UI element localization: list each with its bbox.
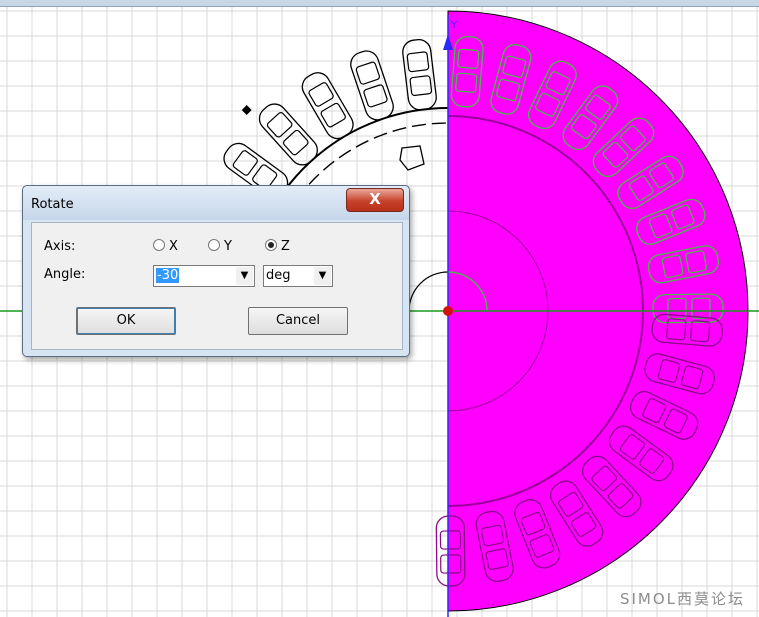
top-border [0,0,759,7]
radio-y-icon [208,239,220,251]
axis-radio-z[interactable]: Z [265,239,290,254]
stator-slot-outline-coil [282,129,309,156]
axis-radio-y[interactable]: Y [208,239,232,254]
origin-point [443,306,453,316]
rotate-dialog: Rotate X Axis: X Y Z Angle: -30 ▼ deg ▼ … [22,185,410,357]
angle-label: Angle: [44,267,86,282]
stator-slot-outline-coil [232,150,258,176]
stator-slot-outline-coil [363,84,388,108]
stator-slot-outline-coil [406,51,430,73]
magnet-outline [399,145,425,171]
unit-combo[interactable]: deg ▼ [263,265,333,287]
radio-z-icon [265,239,277,251]
close-icon: X [369,190,381,208]
stator-slot-outline [350,50,394,121]
close-button[interactable]: X [346,188,404,212]
chevron-down-icon[interactable]: ▼ [314,267,331,285]
shaft-arc [408,271,449,312]
handle-point [241,105,252,115]
ok-button[interactable]: OK [76,307,176,335]
radio-x-icon [153,239,165,251]
stator-slot-outline-coil [308,82,334,107]
stator-slot-outline-coil [320,102,346,128]
stator-slot-outline-coil [266,112,293,138]
dialog-titlebar[interactable]: Rotate X [23,186,409,220]
dialog-title: Rotate [31,197,74,212]
chevron-down-icon[interactable]: ▼ [236,267,253,285]
cancel-button[interactable]: Cancel [248,307,348,335]
dialog-body: Axis: X Y Z Angle: -30 ▼ deg ▼ OK Cancel [31,222,403,350]
watermark-logo: SIMOL西莫论坛 [619,590,745,608]
axis-label: Axis: [44,239,76,254]
unit-value: deg [266,268,291,283]
angle-value[interactable]: -30 [156,268,180,283]
axis-radio-x[interactable]: X [153,239,178,254]
stator-slot-outline-coil [355,61,381,85]
angle-combo[interactable]: -30 ▼ [153,265,255,287]
y-axis-label: Y [450,20,458,31]
